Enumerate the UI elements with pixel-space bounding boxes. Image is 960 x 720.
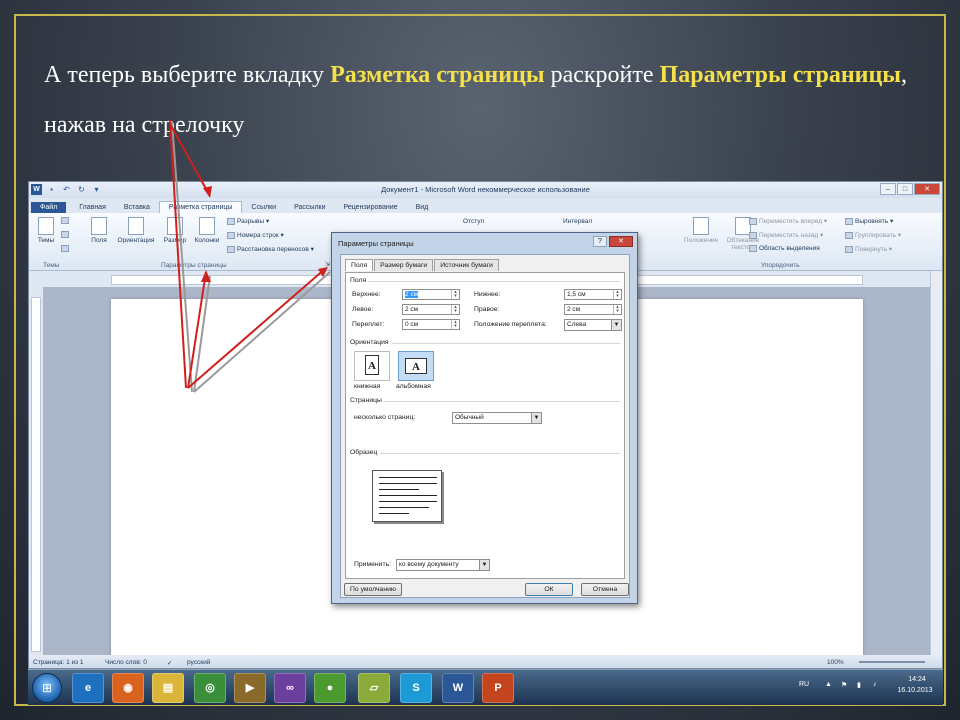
top-margin-input[interactable]: 2 см ▴ ▾ xyxy=(402,289,460,300)
section-divider xyxy=(392,343,620,344)
bottom-margin-value: 1,5 см xyxy=(567,291,586,298)
landscape-label: альбомная xyxy=(396,383,431,390)
tab-paper-source[interactable]: Источник бумаги xyxy=(434,259,499,271)
multiple-pages-value: Обычный xyxy=(455,414,484,421)
bottom-margin-label: Нижнее: xyxy=(474,291,501,298)
arrow-to-dialog-shadow xyxy=(193,271,331,393)
top-margin-value: 2 см xyxy=(405,291,419,298)
right-margin-value: 2 см xyxy=(567,306,581,313)
landscape-option[interactable]: A xyxy=(398,351,434,381)
tray-arrow-icon[interactable]: ▲ xyxy=(825,681,832,688)
landscape-icon: A xyxy=(405,358,427,374)
tab-margins[interactable]: Поля xyxy=(345,259,374,271)
taskbar: ⊞ e ◉ ▤ ◎ ▶ ∞ ● ▱ S W P RU ▲ ⚑ ▮ ♪ 14:24… xyxy=(28,669,943,705)
clock-time[interactable]: 14:24 xyxy=(897,676,937,683)
gutter-label: Переплет: xyxy=(352,321,385,328)
preview-line xyxy=(379,501,437,502)
portrait-option[interactable]: A xyxy=(354,351,390,381)
pages-section-title: Страницы xyxy=(350,397,382,404)
top-margin-label: Верхнее: xyxy=(352,291,381,298)
windows-start-icon[interactable]: ⊞ xyxy=(32,673,62,703)
chrome-icon[interactable]: ◎ xyxy=(194,673,226,703)
left-margin-label: Левое: xyxy=(352,306,374,313)
section-divider xyxy=(384,401,620,402)
spin-arrows-icon[interactable]: ▴ ▾ xyxy=(613,290,621,299)
apply-to-label: Применить: xyxy=(354,561,392,568)
preview-line xyxy=(379,477,437,478)
folder-app-icon[interactable]: ▱ xyxy=(358,673,390,703)
left-margin-input[interactable]: 2 см ▴ ▾ xyxy=(402,304,460,315)
green-app-icon[interactable]: ● xyxy=(314,673,346,703)
system-tray: RU ▲ ⚑ ▮ ♪ 14:24 16.10.2013 xyxy=(789,673,939,703)
cancel-button[interactable]: Отмена xyxy=(581,583,629,596)
dialog-close-icon[interactable]: ✕ xyxy=(609,236,633,247)
preview-section-title: Образец xyxy=(350,449,378,456)
preview-line xyxy=(379,495,437,496)
multiple-pages-select[interactable]: Обычный ▼ xyxy=(452,412,542,424)
spin-arrows-icon[interactable]: ▴ ▾ xyxy=(451,290,459,299)
section-divider xyxy=(380,453,620,454)
apply-to-value: ко всему документу xyxy=(399,561,459,568)
dialog-body: Поля Размер бумаги Источник бумаги Поля … xyxy=(340,254,630,598)
dialog-tabs: Поля Размер бумаги Источник бумаги xyxy=(345,259,499,271)
spin-arrows-icon[interactable]: ▴ ▾ xyxy=(613,305,621,314)
left-margin-value: 2 см xyxy=(405,306,419,313)
margins-section-title: Поля xyxy=(350,277,367,284)
internet-explorer-icon[interactable]: e xyxy=(72,673,104,703)
tab-paper-size[interactable]: Размер бумаги xyxy=(374,259,434,271)
page-setup-dialog: Параметры страницы ? ✕ Поля Размер бумаг… xyxy=(331,232,638,604)
portrait-label: книжная xyxy=(354,383,381,390)
arrow-to-caption xyxy=(169,119,187,389)
portrait-icon: A xyxy=(365,355,379,375)
dialog-title: Параметры страницы xyxy=(338,239,414,248)
ok-button[interactable]: ОК xyxy=(525,583,573,596)
right-margin-label: Правое: xyxy=(474,306,500,313)
preview-line xyxy=(379,489,419,490)
help-icon[interactable]: ? xyxy=(593,236,607,247)
skype-icon[interactable]: S xyxy=(400,673,432,703)
powerpoint-icon[interactable]: P xyxy=(482,673,514,703)
preview-line xyxy=(379,483,437,484)
language-indicator[interactable]: RU xyxy=(799,681,809,688)
media-player-icon[interactable]: ▶ xyxy=(234,673,266,703)
volume-icon[interactable]: ♪ xyxy=(873,681,877,688)
arrowhead-tab xyxy=(203,186,212,198)
set-as-default-button[interactable]: По умолчанию xyxy=(344,583,402,596)
gutter-position-value: Слева xyxy=(567,321,587,328)
chevron-down-icon[interactable]: ▼ xyxy=(611,320,621,330)
spin-arrows-icon[interactable]: ▴ ▾ xyxy=(451,320,459,329)
explorer-icon[interactable]: ▤ xyxy=(152,673,184,703)
chevron-down-icon[interactable]: ▼ xyxy=(531,413,541,423)
network-icon[interactable]: ▮ xyxy=(857,681,861,689)
flag-icon[interactable]: ⚑ xyxy=(841,681,847,689)
spin-arrows-icon[interactable]: ▴ ▾ xyxy=(451,305,459,314)
gutter-input[interactable]: 0 см ▴ ▾ xyxy=(402,319,460,330)
orientation-section-title: Ориентация xyxy=(350,339,389,346)
chevron-down-icon[interactable]: ▼ xyxy=(479,560,489,570)
right-margin-input[interactable]: 2 см ▴ ▾ xyxy=(564,304,622,315)
multiple-pages-label: несколько страниц: xyxy=(354,414,416,421)
section-divider xyxy=(368,281,620,282)
arrow-to-caption-shadow xyxy=(171,121,193,393)
gutter-position-select[interactable]: Слева ▼ xyxy=(564,319,622,331)
margins-panel: Поля Верхнее: 2 см ▴ ▾ Нижнее: 1,5 см ▴ ▾ Ле… xyxy=(345,272,625,579)
gutter-position-label: Положение переплета: xyxy=(474,321,547,328)
preview-line xyxy=(379,513,409,514)
preview-line xyxy=(379,507,429,508)
bottom-margin-input[interactable]: 1,5 см ▴ ▾ xyxy=(564,289,622,300)
preview-thumbnail xyxy=(372,470,442,522)
word-icon[interactable]: W xyxy=(442,673,474,703)
apply-to-select[interactable]: ко всему документу ▼ xyxy=(396,559,490,571)
clock-date[interactable]: 16.10.2013 xyxy=(891,687,939,694)
gutter-value: 0 см xyxy=(405,321,419,328)
firefox-icon[interactable]: ◉ xyxy=(112,673,144,703)
visual-studio-icon[interactable]: ∞ xyxy=(274,673,306,703)
